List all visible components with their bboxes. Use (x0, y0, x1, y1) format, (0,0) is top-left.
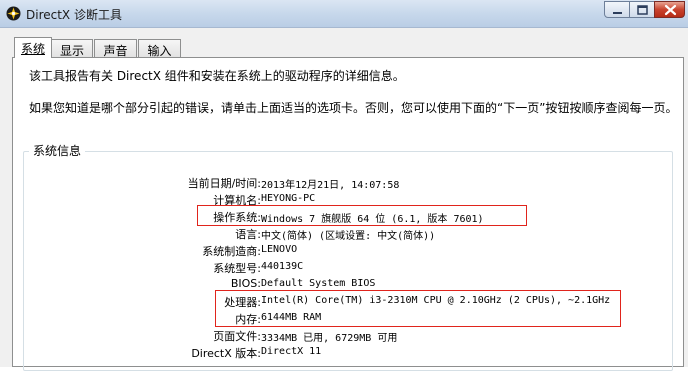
info-value: 3334MB 已用, 6729MB 可用 (261, 333, 398, 344)
info-label: 页面文件: (213, 330, 261, 343)
info-label: 系统型号: (213, 262, 261, 275)
minimize-button[interactable] (604, 1, 630, 18)
info-row-language: 语言: 中文(简体) (区域设置: 中文(简体)) (13, 226, 673, 242)
info-label: BIOS: (230, 277, 261, 290)
window-title: DirectX 诊断工具 (26, 8, 122, 22)
info-label: 当前日期/时间: (187, 177, 261, 190)
tab-display[interactable]: 显示 (51, 39, 93, 58)
title-bar: DirectX 诊断工具 (0, 0, 688, 28)
info-value: 2013年12月21日, 14:07:58 (261, 180, 400, 191)
close-icon (664, 4, 677, 16)
tab-system[interactable]: 系统 (14, 37, 52, 58)
info-value: LENOVO (261, 244, 298, 255)
info-row-datetime: 当前日期/时间: 2013年12月21日, 14:07:58 (13, 175, 673, 191)
maximize-button[interactable] (629, 1, 655, 18)
info-row-page-file: 页面文件: 3334MB 已用, 6729MB 可用 (13, 328, 673, 344)
directx-icon (6, 6, 21, 21)
info-value: DirectX 11 (261, 346, 322, 357)
close-button[interactable] (654, 1, 685, 18)
info-value: 440139C (261, 261, 304, 272)
system-info-label: 系统信息 (29, 142, 86, 159)
system-tab-panel: 该工具报告有关 DirectX 组件和安装在系统上的驱动程序的详细信息。 如果您… (12, 57, 684, 371)
info-row-directx-version: DirectX 版本: DirectX 11 (13, 345, 673, 361)
info-value: 中文(简体) (区域设置: 中文(简体)) (261, 231, 436, 242)
tab-input[interactable]: 输入 (138, 39, 181, 58)
info-label: DirectX 版本: (191, 347, 261, 360)
info-row-manufacturer: 系统制造商: LENOVO (13, 243, 673, 259)
intro-text: 该工具报告有关 DirectX 组件和安装在系统上的驱动程序的详细信息。 (29, 69, 405, 83)
maximize-icon (637, 5, 648, 15)
highlight-box-cpu-memory (215, 290, 621, 327)
info-value: Default System BIOS (261, 278, 376, 289)
instruction-text: 如果您知道是哪个部分引起的错误，请单击上面适当的选项卡。否则，您可以使用下面的“… (29, 101, 678, 115)
tab-sound[interactable]: 声音 (94, 39, 137, 58)
minimize-icon (613, 12, 622, 14)
info-label: 系统制造商: (202, 245, 261, 258)
highlight-box-os (197, 205, 527, 226)
window-client: 系统 显示 声音 输入 该工具报告有关 DirectX 组件和安装在系统上的驱动… (0, 28, 688, 371)
info-row-model: 系统型号: 440139C (13, 260, 673, 276)
info-value: HEYONG-PC (261, 193, 316, 204)
info-label: 语言: (235, 228, 261, 241)
